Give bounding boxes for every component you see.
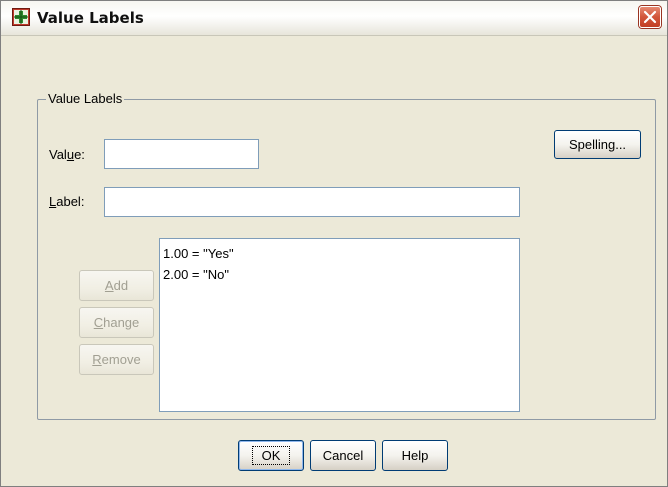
value-labels-list[interactable]: 1.00 = "Yes" 2.00 = "No" <box>159 238 520 412</box>
value-labels-dialog: Value Labels Value Labels Value: Label: … <box>0 0 668 487</box>
add-button[interactable]: Add <box>79 270 154 301</box>
list-item[interactable]: 1.00 = "Yes" <box>163 246 234 261</box>
spelling-button[interactable]: Spelling... <box>554 130 641 159</box>
label-input[interactable] <box>104 187 520 217</box>
change-button[interactable]: Change <box>79 307 154 338</box>
value-field-label: Value: <box>49 147 85 162</box>
label-field-label: Label: <box>49 194 85 209</box>
group-title: Value Labels <box>46 91 125 106</box>
value-input[interactable] <box>104 139 259 169</box>
ok-button[interactable]: OK <box>238 440 304 471</box>
title-bar[interactable]: Value Labels <box>1 1 667 36</box>
list-item[interactable]: 2.00 = "No" <box>163 267 229 282</box>
help-button[interactable]: Help <box>382 440 448 471</box>
value-labels-grid-icon <box>12 8 30 26</box>
close-button[interactable] <box>639 6 661 28</box>
remove-button[interactable]: Remove <box>79 344 154 375</box>
window-title: Value Labels <box>37 9 144 27</box>
cancel-button[interactable]: Cancel <box>310 440 376 471</box>
